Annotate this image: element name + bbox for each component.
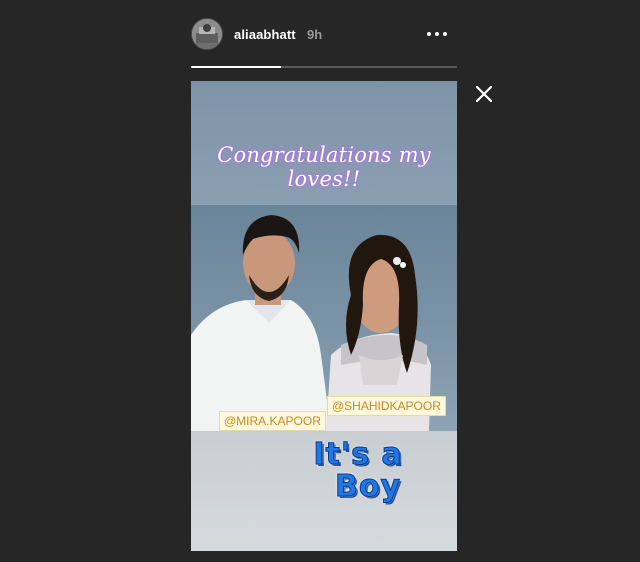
story-media[interactable]: Congratulations my loves!! @MIRA.KAPOOR … (191, 81, 457, 551)
avatar-image (192, 19, 222, 49)
username[interactable]: aliaabhatt (234, 27, 296, 42)
mention-tag-shahid[interactable]: @SHAHIDKAPOOR (327, 396, 446, 416)
story-header: aliaabhatt 9h (191, 18, 457, 54)
sticker-line-2: Boy (334, 469, 402, 504)
mention-tag-mira[interactable]: @MIRA.KAPOOR (219, 411, 326, 431)
story-progress-fill (191, 66, 282, 68)
story-progress-track (191, 66, 457, 68)
sticker-line-1: It's a (313, 437, 403, 472)
story-caption: Congratulations my loves!! (217, 143, 431, 191)
close-icon[interactable] (472, 82, 496, 106)
dot (443, 32, 447, 36)
dot (435, 32, 439, 36)
dot (427, 32, 431, 36)
avatar[interactable] (191, 18, 223, 50)
more-options-icon[interactable] (425, 27, 449, 41)
its-a-boy-sticker: It's a Boy (303, 437, 413, 513)
timestamp: 9h (307, 27, 323, 42)
story-viewer: aliaabhatt 9h Congratulations my loves!! (0, 0, 640, 562)
